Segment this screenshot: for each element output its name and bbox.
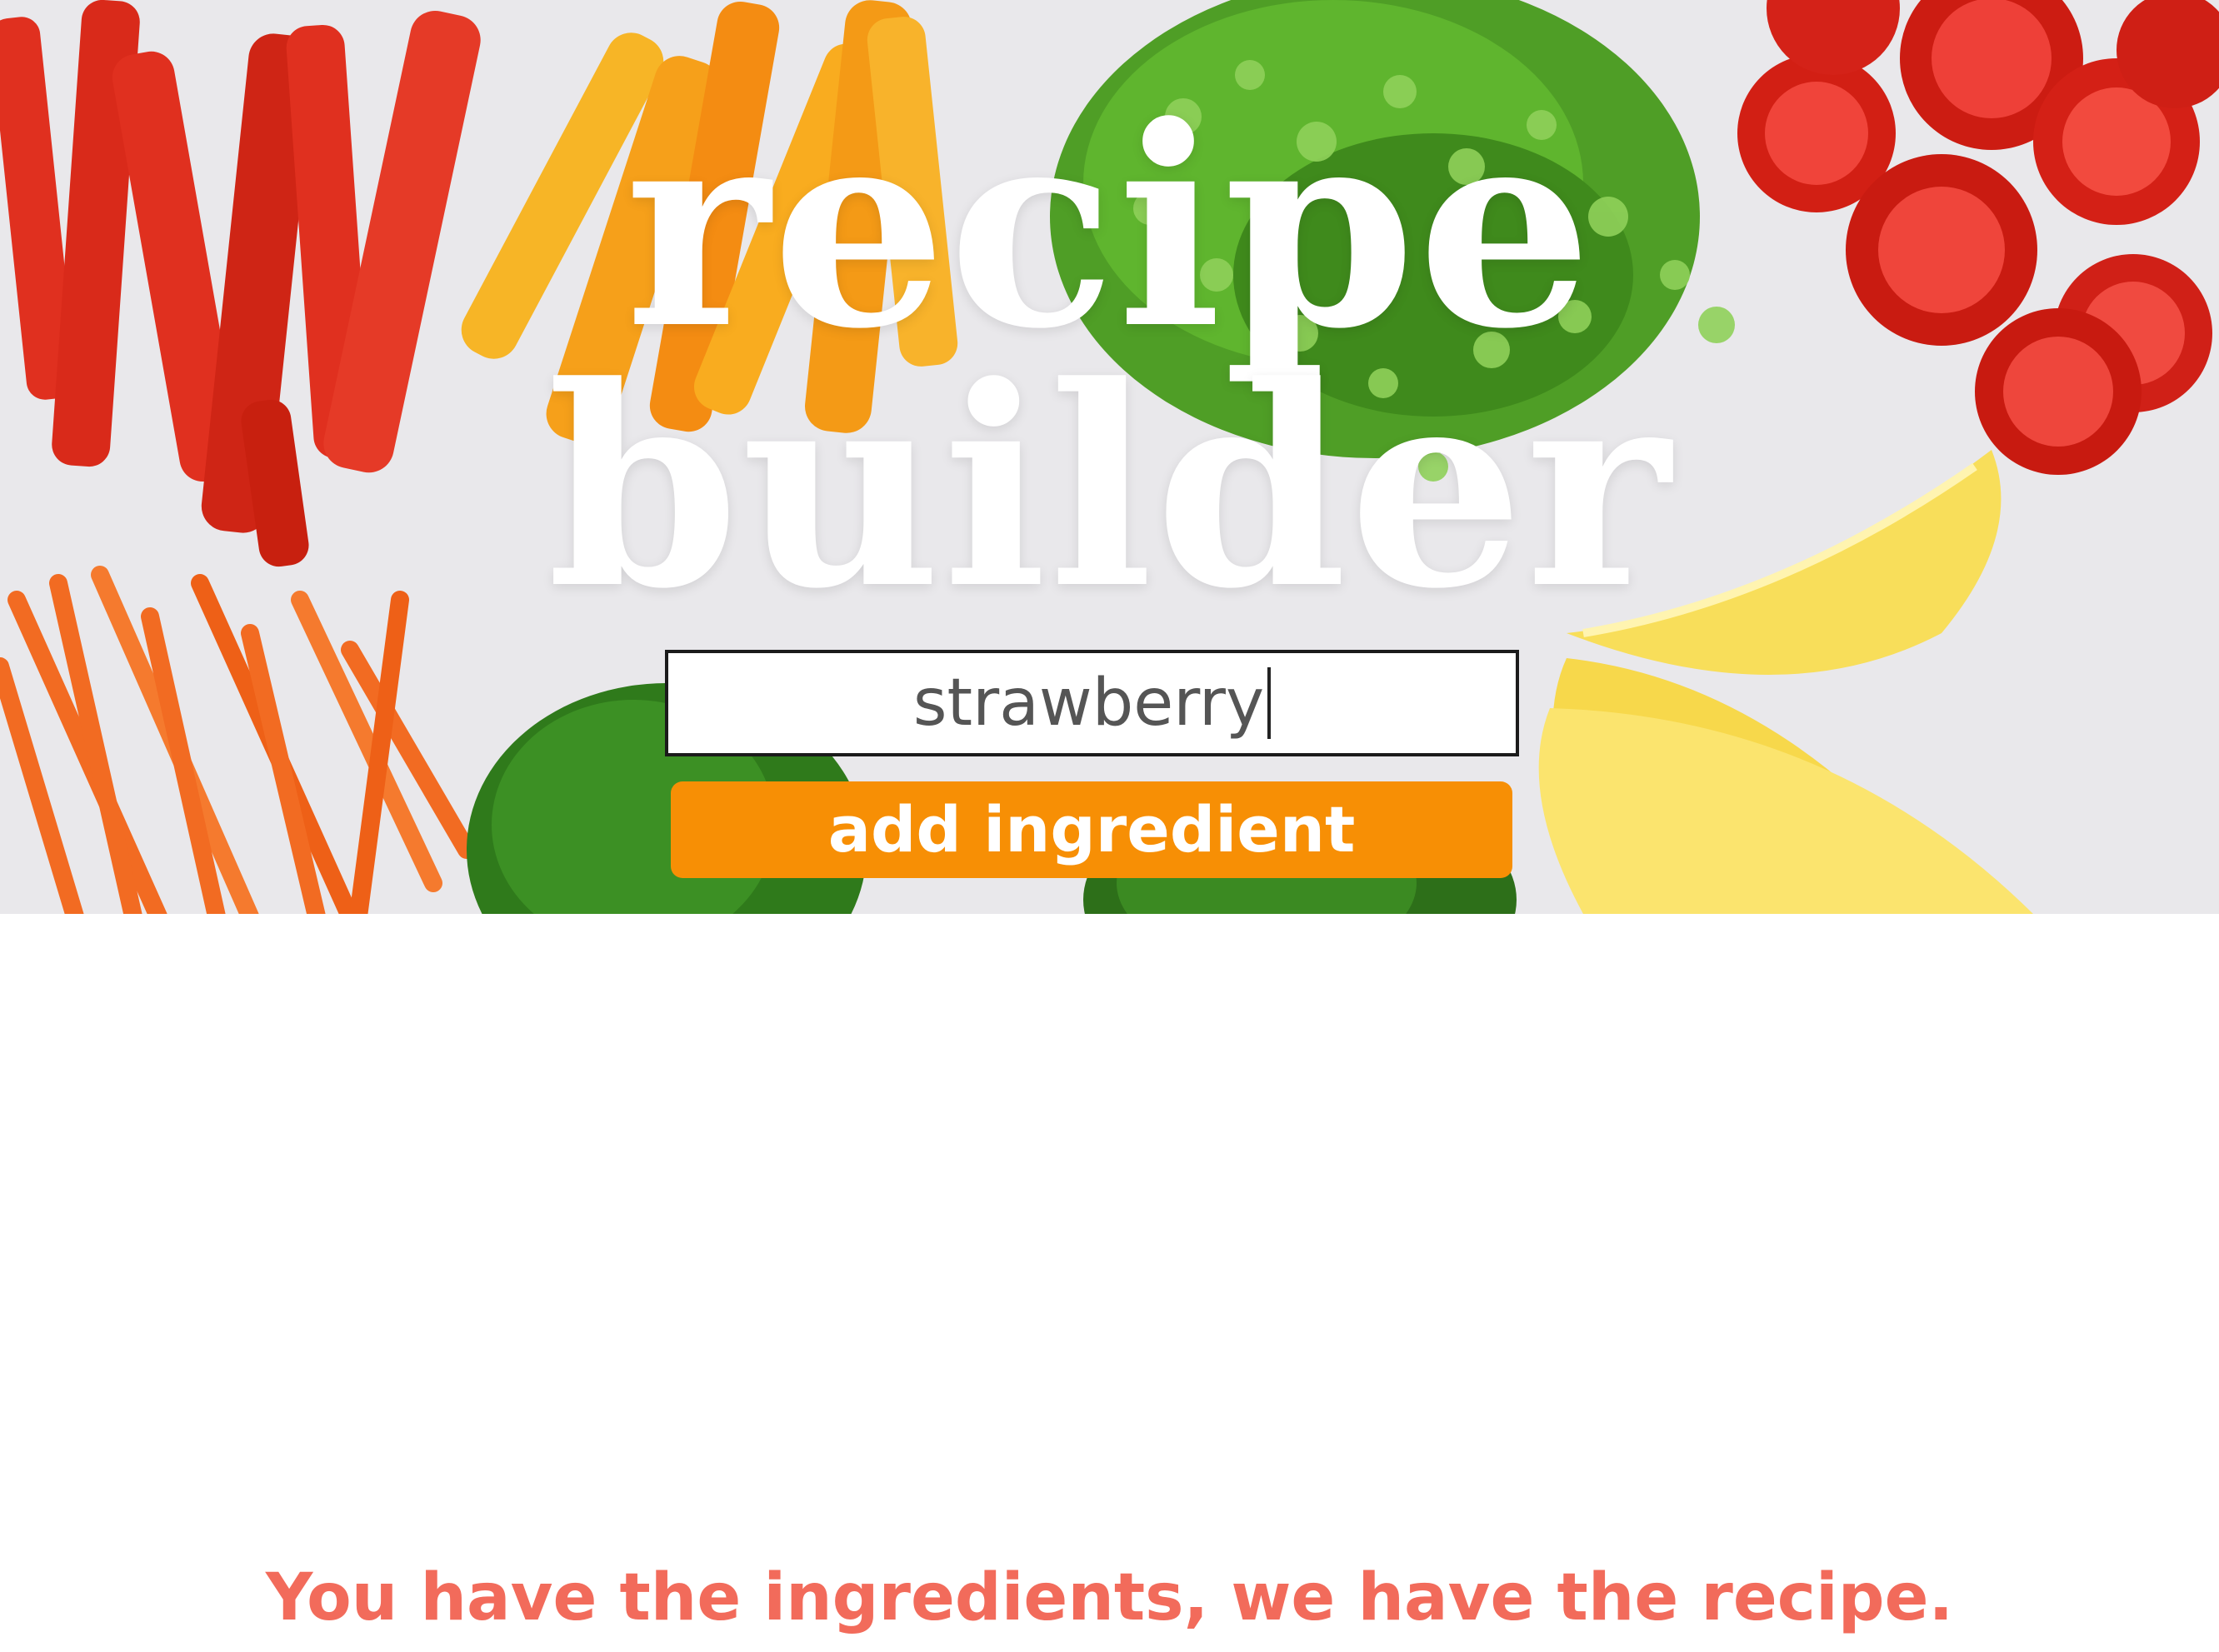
hero-banner: recipe builder strawberry add ingredient (0, 0, 2219, 914)
ingredient-input[interactable]: strawberry (665, 650, 1519, 756)
page-title-line-2: builder (547, 326, 1672, 649)
add-ingredient-button[interactable]: add ingredient (671, 781, 1512, 878)
text-caret (1267, 667, 1272, 739)
ingredient-input-value: strawberry (912, 666, 1265, 741)
page-title-line-1: recipe (625, 66, 1594, 389)
tagline: You have the ingredients, we have the re… (265, 1560, 1954, 1635)
